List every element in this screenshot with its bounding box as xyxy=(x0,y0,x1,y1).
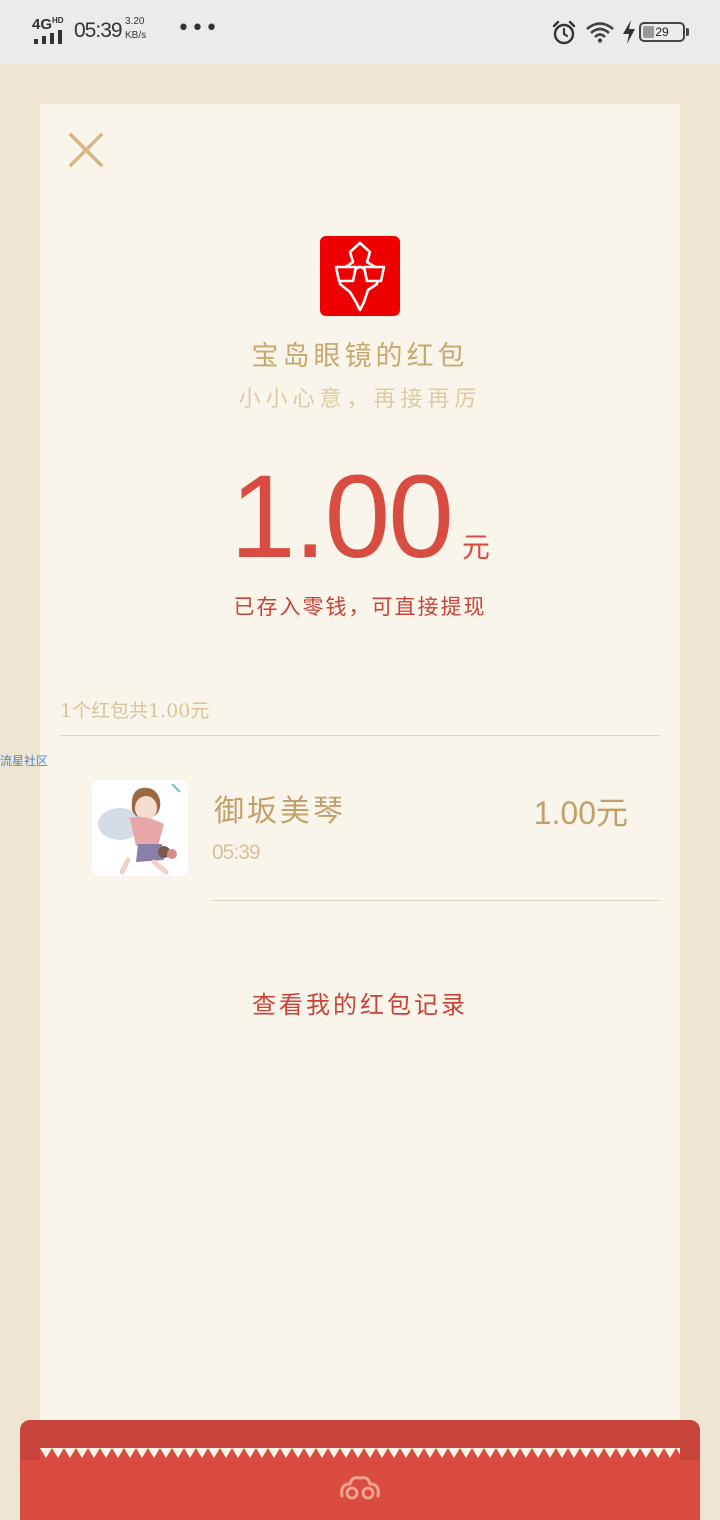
speed-value: 3.20 xyxy=(125,16,145,27)
hd-label: HD xyxy=(52,16,64,25)
avatar[interactable] xyxy=(92,780,188,876)
battery-indicator: 29 xyxy=(639,22,685,42)
glasses-map-icon xyxy=(334,241,386,312)
charging-icon xyxy=(623,20,635,44)
alarm-icon xyxy=(552,20,576,45)
amount-display: 1.00 元 xyxy=(0,458,720,576)
row-divider xyxy=(212,900,660,901)
network-speed: 3.20 KB/s xyxy=(125,15,146,43)
amount-unit: 元 xyxy=(461,531,490,564)
speed-unit: KB/s xyxy=(125,30,147,41)
deposit-note[interactable]: 已存入零钱，可直接提现 xyxy=(0,591,720,621)
more-notifications: ••• xyxy=(177,16,219,41)
status-bar: 4GHD 05:39 3.20 KB/s ••• 29 xyxy=(0,0,720,64)
cloud-emblem-icon xyxy=(340,1476,380,1500)
envelope-summary: 1个红包共1.00元 xyxy=(60,700,210,722)
status-time: 05:39 xyxy=(74,19,123,42)
receive-time: 05:39 xyxy=(212,841,261,864)
envelope-title: 宝岛眼镜的红包 xyxy=(251,341,469,372)
receiver-name: 御坂美琴 xyxy=(214,794,346,829)
watermark-text: 流星社区 xyxy=(0,754,49,768)
signal-icon xyxy=(34,30,62,44)
envelope-greeting: 小小心意，再接再厉 xyxy=(238,387,482,412)
view-records-link[interactable]: 查看我的红包记录 xyxy=(0,985,720,1020)
amount-value: 1.00 xyxy=(230,451,454,583)
receiver-amount: 1.00元 xyxy=(533,795,628,831)
battery-level: 29 xyxy=(655,25,669,39)
close-icon[interactable] xyxy=(66,130,106,170)
divider xyxy=(60,735,660,736)
avatar-image xyxy=(92,780,188,876)
battery-cap xyxy=(686,28,689,36)
brand-logo xyxy=(320,236,400,316)
wifi-icon xyxy=(586,22,614,43)
